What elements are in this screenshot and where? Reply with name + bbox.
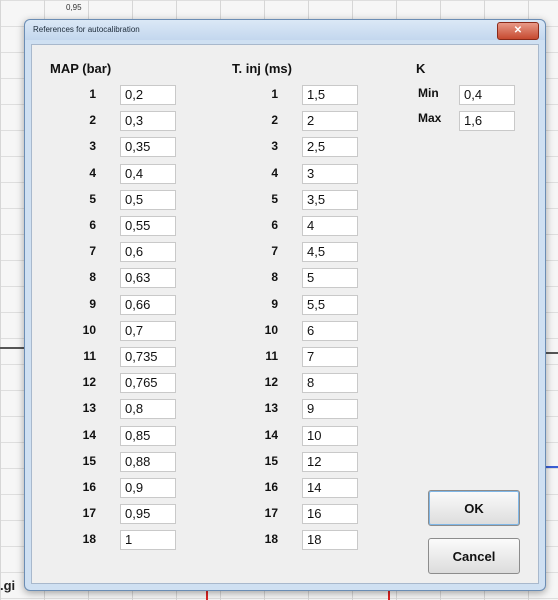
tinj-value-field[interactable]: 9 [302,399,358,420]
map-row-number: 9 [89,296,96,311]
map-row-number: 11 [83,349,96,363]
dialog-client-area: MAP (bar) T. inj (ms) K 1 0,2 2 0,3 3 0,35 4 0,… [31,44,539,584]
map-value-field[interactable]: 0,9 [120,478,176,498]
map-value-field[interactable]: 0,4 [120,163,176,184]
map-row-number: 2 [89,113,96,128]
map-value-field[interactable]: 0,6 [120,242,176,263]
tinj-row-number: 10 [264,322,278,337]
map-value-field[interactable]: 0,88 [120,451,176,472]
close-icon: ✕ [513,25,523,36]
k-column-title: K [416,61,426,76]
tinj-row-number: 16 [264,480,278,494]
tinj-value-field[interactable]: 12 [302,451,358,472]
map-row-number: 17 [82,506,96,521]
tinj-row-number: 9 [271,296,278,311]
tinj-value-field[interactable]: 3 [302,163,358,184]
k-min-field[interactable]: 0,4 [459,85,515,105]
tinj-row-number: 8 [271,270,278,285]
map-value-field[interactable]: 0,2 [120,85,176,105]
autocalibration-dialog: References for autocalibration ✕ MAP (ba… [24,19,546,591]
map-row-number: 13 [82,401,96,416]
dialog-titlebar[interactable]: References for autocalibration ✕ [25,20,545,40]
map-row-number: 3 [89,139,96,154]
tinj-value-field[interactable]: 4,5 [302,242,358,263]
map-value-field[interactable]: 1 [120,530,176,551]
map-value-field[interactable]: 0,66 [120,294,176,315]
k-min-label: Min [418,86,439,100]
tinj-row-number: 4 [271,165,278,180]
tinj-row-number: 11 [265,349,278,363]
map-value-field[interactable]: 0,735 [120,347,176,367]
map-row-number: 1 [89,87,96,101]
tinj-value-field[interactable]: 2 [302,111,358,132]
tinj-value-field[interactable]: 8 [302,373,358,394]
background-axis-line [0,347,24,349]
map-value-field[interactable]: 0,7 [120,320,176,341]
tinj-row-number: 17 [264,506,278,521]
tinj-row-number: 6 [271,218,278,232]
tinj-row-number: 13 [264,401,278,416]
map-value-field[interactable]: 0,3 [120,111,176,132]
tinj-value-field[interactable]: 1,5 [302,85,358,105]
map-row-number: 10 [82,322,96,337]
tinj-row-number: 15 [264,453,278,468]
map-row-number: 16 [82,480,96,494]
map-row-number: 18 [82,532,96,547]
tinj-value-field[interactable]: 5 [302,268,358,289]
tinj-value-field[interactable]: 18 [302,530,358,551]
tinj-value-field[interactable]: 10 [302,425,358,446]
map-row-number: 7 [89,244,96,259]
cancel-button[interactable]: Cancel [428,538,520,574]
tinj-column-title: T. inj (ms) [232,61,292,76]
map-row-number: 6 [89,218,96,232]
tinj-value-field[interactable]: 4 [302,216,358,236]
map-value-field[interactable]: 0,85 [120,425,176,446]
map-value-field[interactable]: 0,35 [120,137,176,158]
tinj-value-field[interactable]: 14 [302,478,358,498]
map-row-number: 14 [82,427,96,442]
map-row-number: 4 [89,165,96,180]
background-tick-label: 0,95 [66,3,82,12]
tinj-row-number: 12 [264,375,278,390]
map-value-field[interactable]: 0,63 [120,268,176,289]
background-series-line [544,466,558,468]
tinj-value-field[interactable]: 6 [302,320,358,341]
tinj-row-number: 3 [271,139,278,154]
tinj-value-field[interactable]: 7 [302,347,358,367]
tinj-row-number: 18 [264,532,278,547]
map-value-field[interactable]: 0,95 [120,504,176,525]
tinj-value-field[interactable]: 2,5 [302,137,358,158]
map-value-field[interactable]: 0,55 [120,216,176,236]
map-value-field[interactable]: 0,8 [120,399,176,420]
map-value-field[interactable]: 0,765 [120,373,176,394]
map-value-field[interactable]: 0,5 [120,189,176,210]
k-max-field[interactable]: 1,6 [459,111,515,131]
background-label-fragment: .gi [0,578,16,593]
map-row-number: 5 [89,191,96,206]
map-row-number: 8 [89,270,96,285]
tinj-row-number: 1 [271,87,278,101]
map-row-number: 12 [82,375,96,390]
tinj-value-field[interactable]: 5,5 [302,294,358,315]
map-column-title: MAP (bar) [50,61,112,76]
ok-button[interactable]: OK [428,490,520,526]
close-button[interactable]: ✕ [497,22,539,40]
tinj-row-number: 5 [271,191,278,206]
tinj-value-field[interactable]: 16 [302,504,358,525]
tinj-row-number: 7 [271,244,278,259]
background-axis-line [544,352,558,354]
tinj-row-number: 2 [271,113,278,128]
dialog-title: References for autocalibration [33,25,140,34]
map-row-number: 15 [82,453,96,468]
tinj-row-number: 14 [264,427,278,442]
tinj-value-field[interactable]: 3,5 [302,189,358,210]
k-max-label: Max [418,111,442,125]
